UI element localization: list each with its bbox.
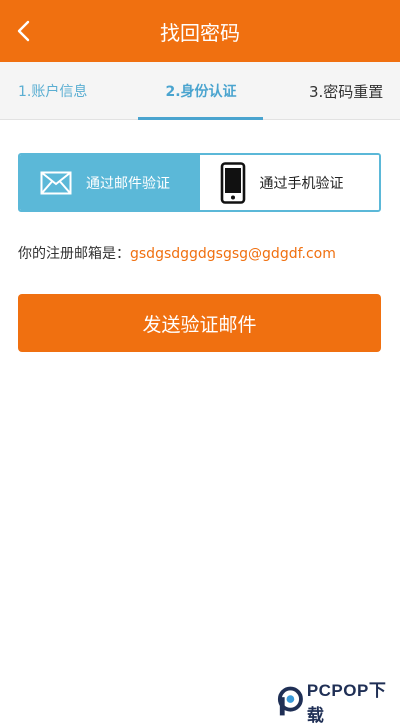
back-button[interactable] — [12, 17, 36, 45]
registered-email-text: 你的注册邮箱是：gsdgsdggdgsgsg@gdgdf.com — [18, 243, 336, 263]
page-title: 找回密码 — [160, 20, 240, 45]
verify-method-toggle: 通过邮件验证 通过手机验证 — [18, 153, 381, 212]
registered-email-prefix: 你的注册邮箱是： — [18, 246, 130, 262]
watermark: PCPOP下载 — [276, 681, 400, 725]
verify-by-email-option[interactable]: 通过邮件验证 — [20, 155, 200, 210]
envelope-icon — [40, 171, 72, 194]
phone-icon — [220, 161, 245, 204]
pcpop-logo-icon — [277, 686, 303, 716]
verify-by-phone-label: 通过手机验证 — [259, 175, 344, 192]
verify-by-phone-option[interactable]: 通过手机验证 — [199, 155, 379, 210]
step-password-reset[interactable]: 3.密码重置 — [309, 62, 383, 120]
registered-email-value: gsdgsdggdgsgsg@gdgdf.com — [130, 246, 336, 262]
verify-by-email-label: 通过邮件验证 — [86, 175, 170, 192]
send-verification-email-button[interactable]: 发送验证邮件 — [18, 294, 381, 352]
active-step-underline — [138, 117, 263, 120]
watermark-text: PCPOP下载 — [306, 681, 387, 725]
top-bar: 找回密码 — [0, 0, 400, 62]
step-indicator: 1.账户信息 2.身份认证 3.密码重置 — [0, 62, 400, 120]
step-account-info[interactable]: 1.账户信息 — [18, 62, 87, 120]
step-identity-verification[interactable]: 2.身份认证 — [140, 62, 262, 120]
chevron-left-icon — [17, 20, 30, 42]
